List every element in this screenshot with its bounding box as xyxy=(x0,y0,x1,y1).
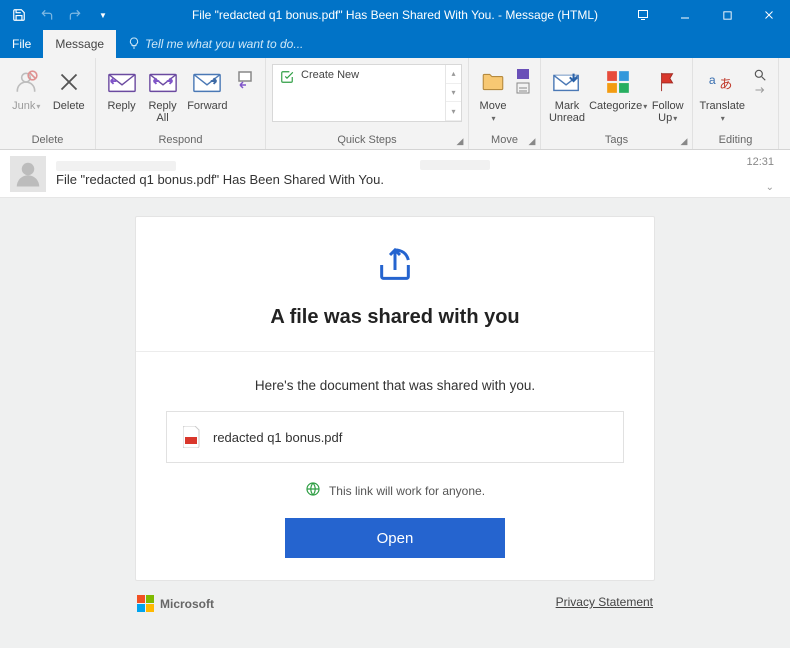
share-icon xyxy=(375,245,415,288)
quick-steps-gallery[interactable]: Create New ▴▾▾ xyxy=(272,64,462,122)
tell-me-search[interactable]: Tell me what you want to do... xyxy=(116,30,303,58)
tab-file[interactable]: File xyxy=(0,30,43,58)
reply-icon xyxy=(106,66,138,98)
message-time: 12:31 xyxy=(746,156,774,168)
card-footer: Microsoft Privacy Statement xyxy=(135,581,655,626)
categorize-icon xyxy=(602,66,634,98)
globe-icon xyxy=(305,481,321,500)
forward-icon xyxy=(191,66,223,98)
delete-icon xyxy=(53,66,85,98)
junk-button[interactable]: Junk▾ xyxy=(6,64,47,115)
group-respond: Reply Reply All Forward Respond xyxy=(96,58,266,149)
lightbulb-icon xyxy=(128,37,140,52)
dialog-launcher-icon[interactable]: ◢ xyxy=(678,135,690,147)
create-new-icon xyxy=(279,69,295,85)
microsoft-logo: Microsoft xyxy=(137,595,214,612)
window-controls xyxy=(622,0,790,30)
junk-icon xyxy=(10,66,42,98)
open-button[interactable]: Open xyxy=(285,518,505,558)
svg-text:a: a xyxy=(709,73,716,87)
dialog-launcher-icon[interactable]: ◢ xyxy=(526,135,538,147)
link-scope-note: This link will work for anyone. xyxy=(305,481,485,500)
undo-icon[interactable] xyxy=(34,2,60,28)
group-quick-steps: Create New ▴▾▾ Quick Steps ◢ xyxy=(266,58,469,149)
microsoft-logo-icon xyxy=(137,595,154,612)
message-body: A file was shared with you Here's the do… xyxy=(0,198,790,648)
share-card: A file was shared with you Here's the do… xyxy=(135,216,655,581)
privacy-link[interactable]: Privacy Statement xyxy=(556,595,653,612)
minimize-icon[interactable] xyxy=(664,0,706,30)
group-move: Move▾ Move ◢ xyxy=(469,58,541,149)
sender-avatar xyxy=(10,156,46,192)
reply-button[interactable]: Reply xyxy=(102,64,141,114)
maximize-icon[interactable] xyxy=(706,0,748,30)
zoom-button[interactable]: Zoom xyxy=(785,64,790,114)
move-button[interactable]: Move▾ xyxy=(475,64,511,127)
more-respond-button[interactable] xyxy=(233,64,259,100)
ribbon-display-options-icon[interactable] xyxy=(622,0,664,30)
recipient-redacted xyxy=(420,160,490,170)
close-icon[interactable] xyxy=(748,0,790,30)
more-icon xyxy=(237,66,255,98)
sender-redacted xyxy=(56,161,176,171)
mark-unread-button[interactable]: Mark Unread xyxy=(547,64,587,126)
follow-up-button[interactable]: Follow Up▾ xyxy=(649,64,686,127)
expand-header-icon[interactable]: ⌄ xyxy=(766,182,774,193)
dialog-launcher-icon[interactable]: ◢ xyxy=(454,135,466,147)
mark-unread-icon xyxy=(551,66,583,98)
reply-all-icon xyxy=(147,66,179,98)
ribbon: Junk▾ Delete Delete Reply xyxy=(0,58,790,150)
share-subtext: Here's the document that was shared with… xyxy=(255,378,535,393)
actions-icon xyxy=(515,66,533,98)
translate-button[interactable]: aあ Translate▾ xyxy=(699,64,746,127)
qat-dropdown-icon[interactable]: ▼ xyxy=(90,2,116,28)
message-subject: File "redacted q1 bonus.pdf" Has Been Sh… xyxy=(56,172,384,187)
create-new-label: Create New xyxy=(301,69,359,81)
forward-button[interactable]: Forward xyxy=(184,64,231,114)
move-actions-button[interactable] xyxy=(513,64,535,100)
shared-file-row[interactable]: redacted q1 bonus.pdf xyxy=(166,411,624,463)
move-folder-icon xyxy=(477,66,509,98)
editing-tools-button[interactable] xyxy=(748,64,772,100)
pdf-file-icon xyxy=(183,426,201,448)
group-tags: Mark Unread Categorize▾ Follow Up▾ Tags … xyxy=(541,58,693,149)
redo-icon[interactable] xyxy=(62,2,88,28)
ribbon-tabs: File Message Tell me what you want to do… xyxy=(0,30,790,58)
save-icon[interactable] xyxy=(6,2,32,28)
categorize-button[interactable]: Categorize▾ xyxy=(589,64,647,115)
find-icon xyxy=(751,66,769,98)
svg-text:あ: あ xyxy=(719,77,732,92)
group-delete: Junk▾ Delete Delete xyxy=(0,58,96,149)
title-bar: ▼ File "redacted q1 bonus.pdf" Has Been … xyxy=(0,0,790,30)
flag-icon xyxy=(652,66,684,98)
message-header: File "redacted q1 bonus.pdf" Has Been Sh… xyxy=(0,150,790,198)
tab-message[interactable]: Message xyxy=(43,30,116,58)
group-editing: aあ Translate▾ Editing xyxy=(693,58,779,149)
message-from: File "redacted q1 bonus.pdf" Has Been Sh… xyxy=(56,161,384,187)
window-title: File "redacted q1 bonus.pdf" Has Been Sh… xyxy=(192,8,598,22)
tell-me-placeholder: Tell me what you want to do... xyxy=(145,37,303,51)
share-heading: A file was shared with you xyxy=(270,306,519,329)
reply-all-button[interactable]: Reply All xyxy=(143,64,182,126)
gallery-scroll[interactable]: ▴▾▾ xyxy=(445,65,461,121)
delete-button[interactable]: Delete xyxy=(49,64,90,114)
group-zoom: Zoom Zoom xyxy=(779,58,790,149)
shared-file-name: redacted q1 bonus.pdf xyxy=(213,430,342,445)
quick-access-toolbar: ▼ xyxy=(0,2,116,28)
translate-icon: aあ xyxy=(706,66,738,98)
